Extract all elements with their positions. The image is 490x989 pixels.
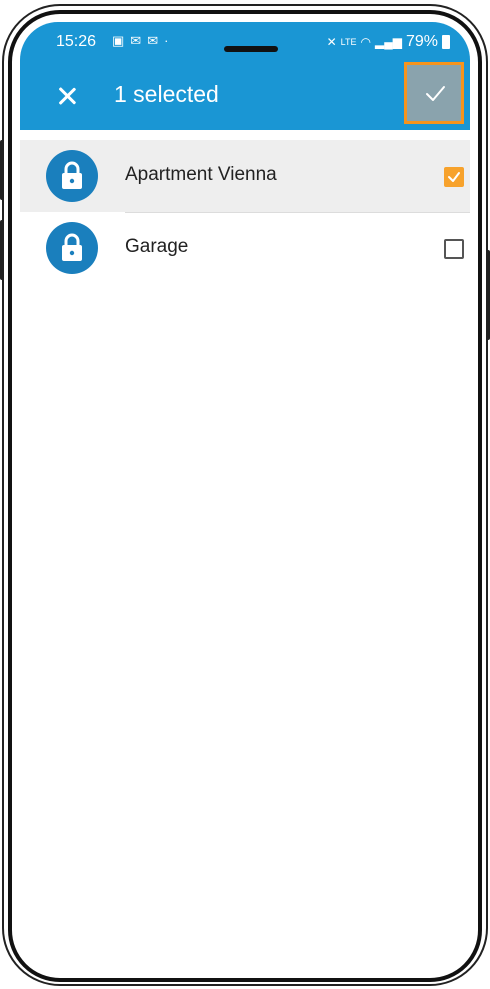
lock-icon: [62, 233, 82, 261]
status-right-icons: ✕ LTE ◠ ▂▄▆ 79%: [327, 33, 450, 51]
wifi-icon: ◠: [360, 35, 371, 49]
dot-icon: ·: [164, 33, 175, 48]
camera-notch: [224, 46, 278, 52]
list-item[interactable]: Apartment Vienna: [20, 140, 470, 212]
item-checkbox[interactable]: [444, 167, 464, 187]
battery-level: 79%: [405, 33, 438, 50]
lock-avatar: [46, 150, 98, 202]
status-time: 15:26: [56, 33, 97, 50]
phone-side-button: [486, 250, 490, 340]
list-item[interactable]: Garage: [20, 212, 470, 284]
mail-icon: ✉: [147, 33, 165, 48]
check-icon: [448, 172, 460, 182]
battery-icon: [442, 35, 450, 49]
mute-icon: ✕: [326, 35, 337, 49]
confirm-button[interactable]: [404, 62, 464, 124]
check-icon: [426, 86, 445, 101]
page-title: 1 selected: [114, 81, 219, 107]
mail-icon: ✉: [130, 33, 148, 48]
close-icon[interactable]: [54, 83, 80, 109]
phone-screen: 15:26 ▣✉✉· ✕ LTE ◠ ▂▄▆ 79% 1 selected Ap…: [20, 22, 470, 972]
signal-icon: ▂▄▆: [375, 35, 402, 49]
lock-icon: [62, 161, 82, 189]
phone-side-button: [0, 140, 4, 200]
volte-icon: LTE: [340, 37, 357, 47]
item-label: Garage: [125, 236, 189, 257]
item-label: Apartment Vienna: [125, 164, 277, 185]
item-checkbox[interactable]: [444, 239, 464, 259]
image-icon: ▣: [112, 33, 131, 48]
lock-list: Apartment Vienna Garage: [20, 140, 470, 284]
status-bar: 15:26 ▣✉✉· ✕ LTE ◠ ▂▄▆ 79%: [20, 22, 470, 62]
lock-avatar: [46, 222, 98, 274]
selection-app-bar: 1 selected: [20, 62, 470, 130]
phone-side-button: [0, 220, 4, 280]
notification-icons: ▣✉✉·: [112, 33, 174, 49]
